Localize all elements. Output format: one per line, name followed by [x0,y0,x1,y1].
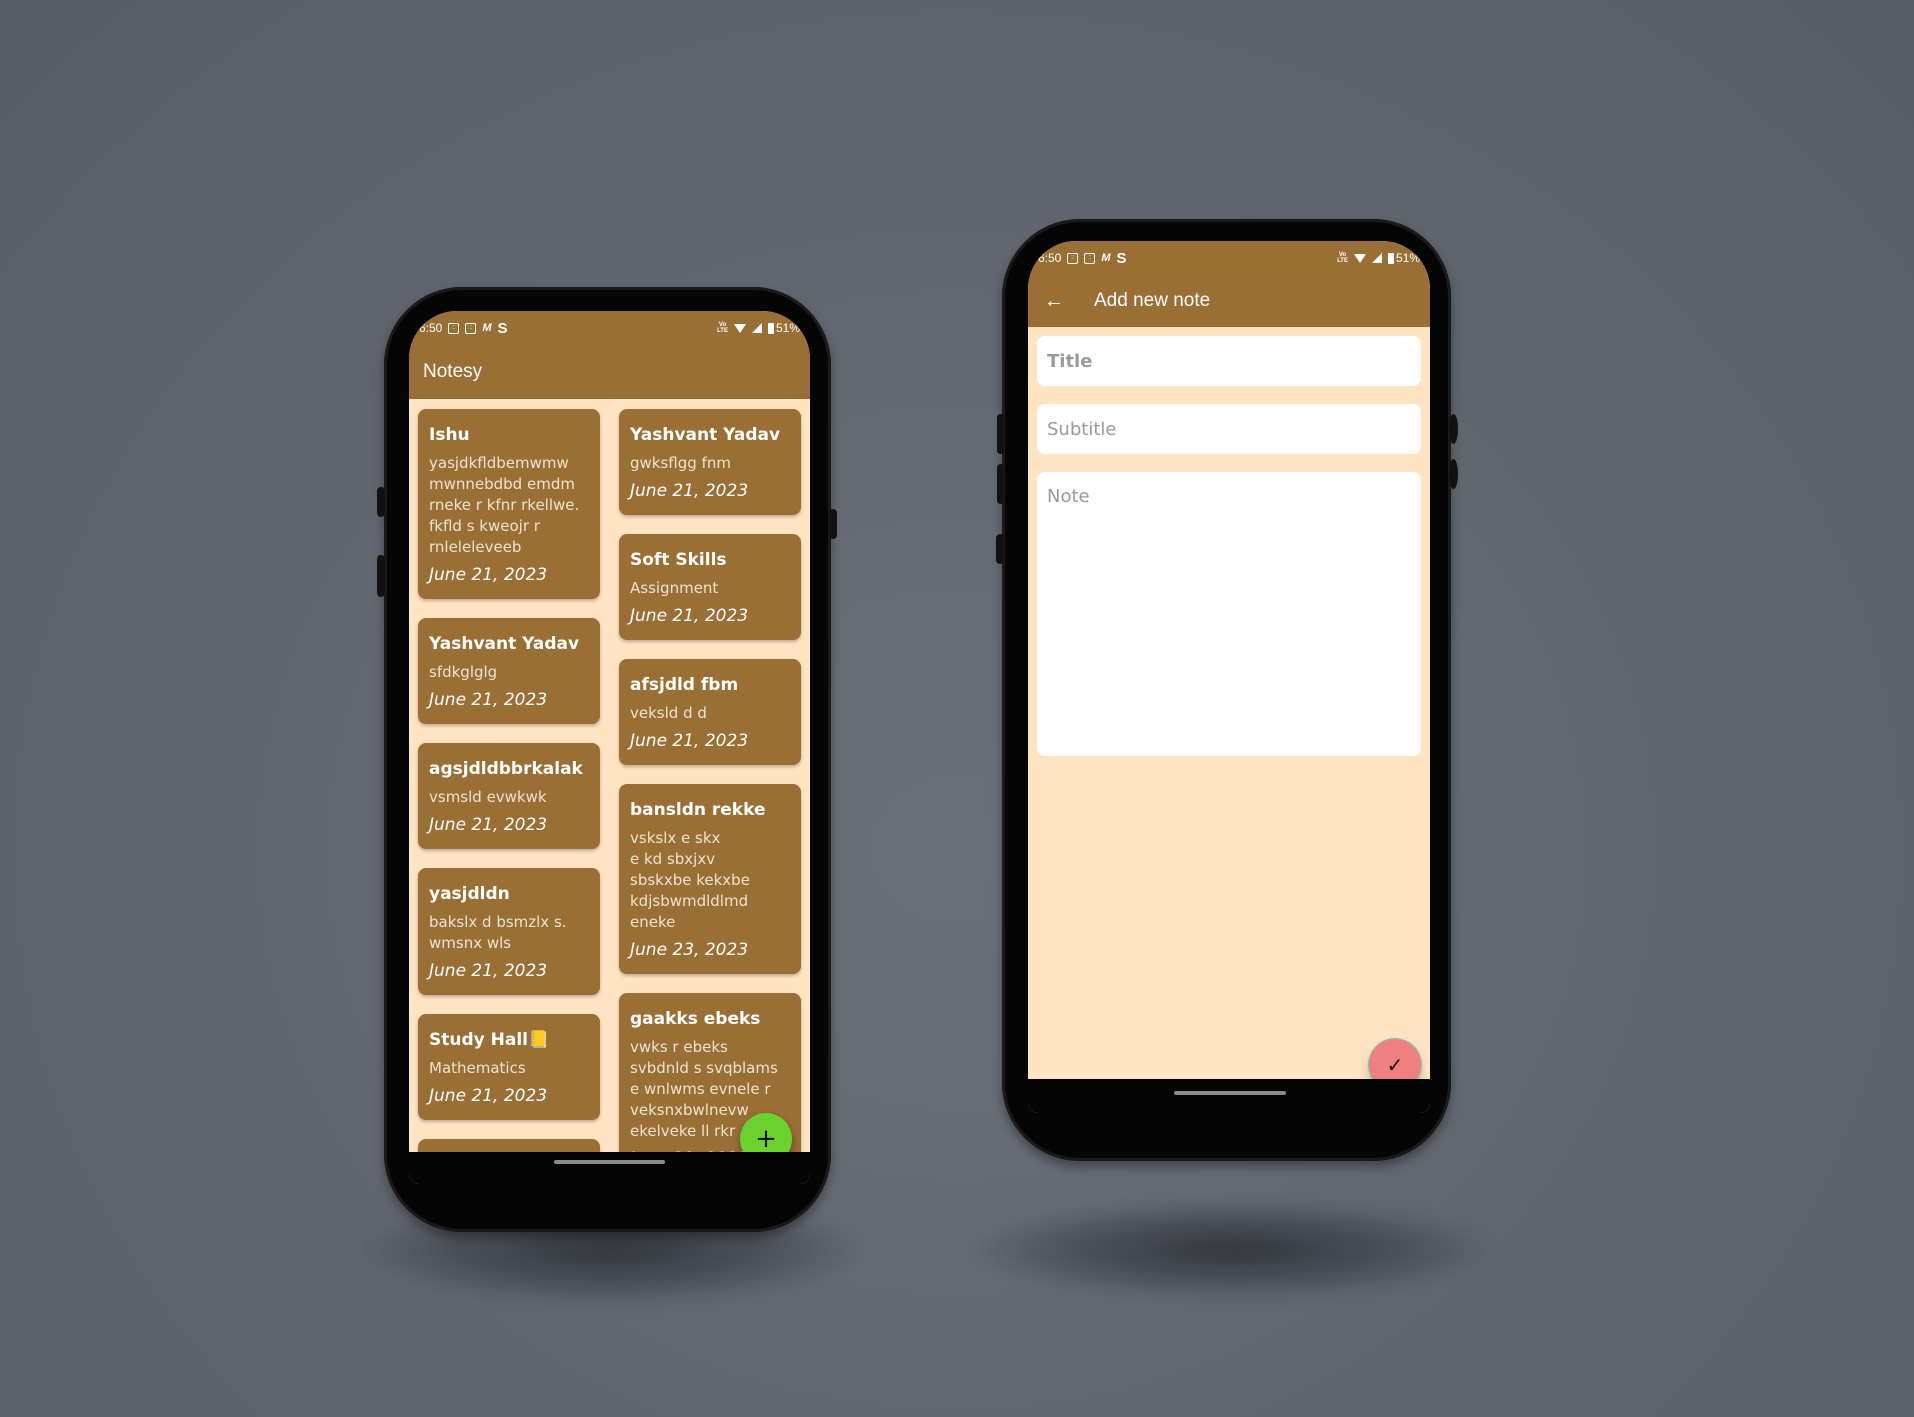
note-body: sfdkglglg [429,663,498,681]
note-body: Mathematics [429,1059,526,1077]
note-body: yasjdkfldbemwmw mwnnebdbd emdm rneke r k… [429,454,580,556]
right-phone-side-button [997,464,1004,504]
status-time: 6:50 [419,321,443,335]
subtitle-input[interactable] [1037,404,1421,454]
add-app-bar: 6:50 :: :: M S Vo LTE 51% ← Add new note [1028,241,1430,327]
volte-icon: Vo LTE [717,322,728,334]
note-body: vsmsld evwkwk [429,788,547,806]
note-title: gaakks ebeks [630,1009,761,1029]
note-card[interactable]: agsjdldbbrkalak vsmsld evwkwk June 21, 202… [418,743,600,849]
note-card[interactable]: Ishu yasjdkfldbemwmw mwnnebdbd emdm rneke… [418,409,600,599]
signal-icon [1371,253,1382,263]
note-input[interactable] [1037,472,1421,756]
list-app-bar: 6:50 :: :: M S Vo LTE 51% Notesy [409,311,810,399]
note-card[interactable]: Study Hall📒 Mathematics June 21, 2023 [418,1014,600,1120]
note-title: Soft Skills [630,550,727,570]
screen-title: Add new note [1094,290,1211,311]
note-title: Yashvant Yadav [630,425,781,445]
app-title: Notesy [423,361,483,382]
signal-icon [751,323,762,333]
calendar-icon: :: [448,322,460,334]
toolbar: Notesy [409,345,810,399]
m-app-icon: M [482,322,492,334]
calendar-icon: :: [1084,252,1096,264]
left-phone: 6:50 :: :: M S Vo LTE 51% Notesy Ishu ya… [377,287,837,1232]
note-date: June 21, 2023 [429,565,548,585]
note-body: gwksflgg fnm [630,454,731,472]
home-indicator[interactable] [554,1160,665,1164]
note-date: June 21, 2023 [429,1086,548,1106]
note-form [1028,327,1430,756]
note-card[interactable]: bansldn rekke vskslx e skx e kd sbxjxv sb… [619,784,801,974]
notes-list-screen: 6:50 :: :: M S Vo LTE 51% Notesy Ishu ya… [409,311,810,1184]
note-date: June 21, 2023 [429,961,548,981]
s-app-icon: S [1116,249,1127,267]
note-body: bakslx d bsmzlx s. wmsnx wls [429,913,567,952]
volte-icon: Vo LTE [1337,252,1348,264]
calendar-icon: :: [1067,252,1079,264]
note-date: June 21, 2023 [630,731,749,751]
note-date: June 23, 2023 [630,940,749,960]
left-phone-power-button [829,509,837,539]
title-input[interactable] [1037,336,1421,386]
add-note-screen: 6:50 :: :: M S VoLTE 51% ← Add new note [1028,241,1430,1113]
note-title: agsjdldbbrkalak [429,759,583,779]
note-title: afsjdld fbm [630,675,739,695]
note-card[interactable]: Soft Skills Assignment June 21, 2023 [619,534,801,640]
note-body: vskslx e skx e kd sbxjxv sbskxbe kekxbe … [630,829,750,931]
battery-icon [767,322,774,334]
note-date: June 21, 2023 [630,481,749,501]
home-indicator[interactable] [1174,1091,1286,1095]
wifi-icon [733,323,746,333]
right-phone: 6:50 :: :: M S VoLTE 51% ← Add new note [996,219,1458,1161]
nav-bar [1028,1079,1430,1113]
battery-percent: 51% [775,321,800,335]
plus-icon: + [755,1124,777,1154]
battery-percent: 51% [1395,251,1420,265]
back-arrow-icon[interactable]: ← [1044,290,1094,313]
note-card[interactable]: Yashvant Yadav sfdkglglg June 21, 2023 [418,618,600,724]
right-phone-power-button [1449,414,1458,444]
right-phone-shadow [975,1200,1495,1300]
notes-grid: Ishu yasjdkfldbemwmw mwnnebdbd emdm rneke… [409,399,810,1184]
m-app-icon: M [1101,252,1111,264]
note-card[interactable]: yasjdldn bakslx d bsmzlx s. wmsnx wls June… [418,868,600,995]
right-phone-volume-button [1449,459,1458,489]
status-bar: 6:50 :: :: M S Vo LTE 51% [409,311,810,345]
note-date: June 21, 2023 [429,690,548,710]
right-phone-side-button [996,534,1004,564]
status-bar: 6:50 :: :: M S Vo LTE 51% [1028,241,1430,275]
toolbar: ← Add new note [1028,275,1430,327]
battery-icon [1387,252,1394,264]
note-card[interactable]: afsjdld fbm veksld d d June 21, 2023 [619,659,801,765]
nav-bar [409,1152,810,1184]
left-phone-side-button [377,555,385,597]
note-title: yasjdldn [429,884,510,904]
note-body: Assignment [630,579,719,597]
s-app-icon: S [497,319,508,337]
notes-column-left: Ishu yasjdkfldbemwmw mwnnebdbd emdm rneke… [418,409,600,1184]
note-title: Ishu [429,425,470,445]
status-time: 6:50 [1038,251,1062,265]
note-title: Study Hall📒 [429,1030,550,1050]
note-body: veksld d d [630,704,707,722]
wifi-icon [1353,253,1366,263]
calendar-icon: :: [465,322,477,334]
notes-column-right: Yashvant Yadav gwksflgg fnm June 21, 2023 S… [619,409,801,1184]
right-phone-side-button [997,414,1004,454]
left-phone-side-button [377,487,385,517]
note-date: June 21, 2023 [630,606,749,626]
note-date: June 21, 2023 [429,815,548,835]
note-title: bansldn rekke [630,800,766,820]
note-card[interactable]: Yashvant Yadav gwksflgg fnm June 21, 2023 [619,409,801,515]
note-title: Yashvant Yadav [429,634,580,654]
checkmark-icon: ✓ [1386,1053,1404,1077]
